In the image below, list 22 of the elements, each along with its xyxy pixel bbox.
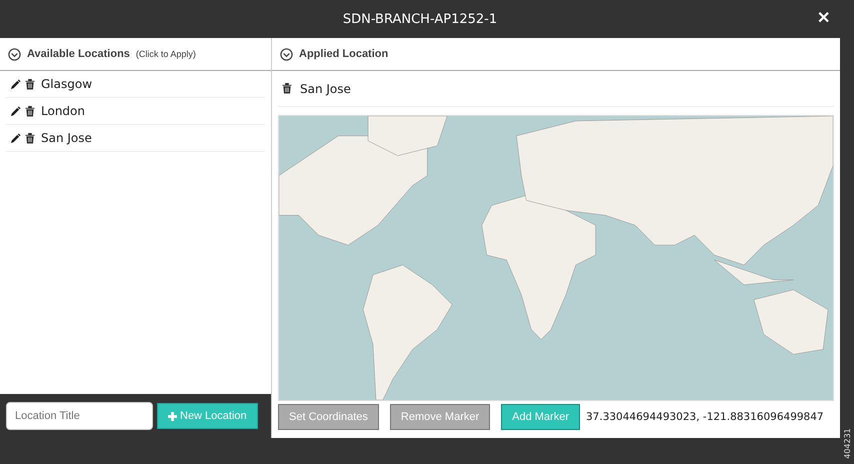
window-title: SDN-BRANCH-AP1252-1 [342, 12, 498, 26]
panel-hint: (Click to Apply) [136, 49, 196, 59]
panel-title: Available Locations [27, 48, 130, 60]
applied-location: San Jose [300, 82, 351, 96]
coordinates-text: 37.33044694493023, -121.88316096499847 [586, 411, 824, 423]
edit-icon[interactable] [10, 106, 21, 116]
close-button[interactable]: ✕ [813, 8, 834, 28]
location-item[interactable]: London [41, 104, 85, 118]
location-item[interactable]: San Jose [41, 131, 92, 145]
location-title-field[interactable]: Location Title [6, 402, 153, 430]
panel-title: Applied Location [299, 48, 388, 60]
edit-icon[interactable] [10, 132, 21, 144]
delete-icon[interactable] [25, 106, 35, 116]
plus-icon [168, 412, 177, 420]
delete-icon[interactable] [282, 83, 292, 94]
figure-id: 404231 [842, 428, 852, 459]
location-item[interactable]: Glasgow [41, 77, 92, 91]
delete-icon[interactable] [25, 132, 35, 144]
delete-icon[interactable] [25, 78, 35, 90]
chevron-down-icon [280, 48, 293, 60]
edit-icon[interactable] [10, 78, 21, 90]
chevron-down-icon [8, 48, 21, 60]
